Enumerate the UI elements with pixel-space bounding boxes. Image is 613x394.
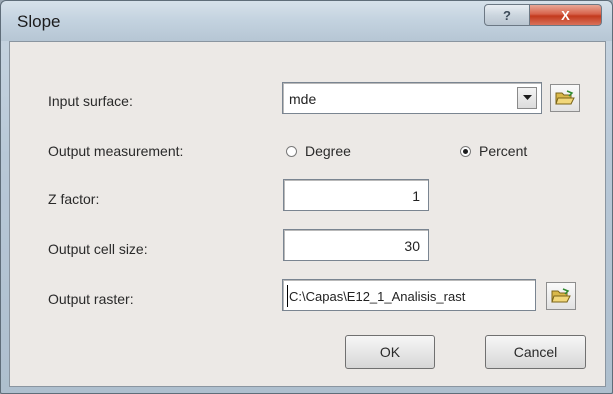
text-cursor: [287, 285, 288, 307]
title-bar-buttons: ? X: [484, 4, 602, 26]
output-raster-label: Output raster:: [48, 291, 134, 307]
open-folder-icon: [555, 90, 575, 105]
input-surface-combobox[interactable]: mde: [282, 82, 542, 114]
radio-degree-label: Degree: [305, 143, 351, 159]
output-raster-browse-button[interactable]: [546, 282, 576, 310]
z-factor-label: Z factor:: [48, 191, 100, 207]
output-cell-size-input[interactable]: 30: [283, 229, 429, 261]
open-folder-icon: [551, 288, 571, 303]
title-bar[interactable]: Slope ? X: [1, 1, 612, 41]
dropdown-arrow-icon: [522, 95, 532, 100]
z-factor-value: 1: [412, 188, 420, 204]
input-surface-label: Input surface:: [48, 93, 133, 109]
output-raster-input[interactable]: C:\Capas\E12_1_Analisis_rast: [282, 279, 536, 311]
input-surface-browse-button[interactable]: [550, 84, 580, 112]
help-icon: ?: [503, 7, 511, 23]
output-cell-size-value: 30: [404, 238, 420, 254]
z-factor-input[interactable]: 1: [283, 179, 429, 211]
close-button[interactable]: X: [530, 4, 602, 26]
slope-dialog-window: Slope ? X Input surface: mde Output meas…: [0, 0, 613, 394]
input-surface-dropdown-button[interactable]: [517, 87, 537, 109]
output-raster-value: C:\Capas\E12_1_Analisis_rast: [289, 289, 466, 304]
dialog-body: Input surface: mde Output measurement: D…: [9, 41, 606, 387]
radio-degree[interactable]: Degree: [286, 143, 351, 159]
ok-button[interactable]: OK: [345, 335, 435, 369]
input-surface-value: mde: [289, 91, 317, 107]
output-measurement-label: Output measurement:: [48, 143, 184, 159]
window-title: Slope: [17, 12, 61, 31]
cancel-button[interactable]: Cancel: [485, 335, 586, 369]
radio-percent-label: Percent: [479, 143, 528, 159]
radio-percent-circle[interactable]: [460, 145, 471, 157]
output-cell-size-label: Output cell size:: [48, 241, 148, 257]
radio-degree-circle[interactable]: [286, 145, 297, 157]
help-button[interactable]: ?: [484, 4, 530, 26]
close-icon: X: [561, 7, 570, 23]
radio-percent[interactable]: Percent: [460, 143, 527, 159]
